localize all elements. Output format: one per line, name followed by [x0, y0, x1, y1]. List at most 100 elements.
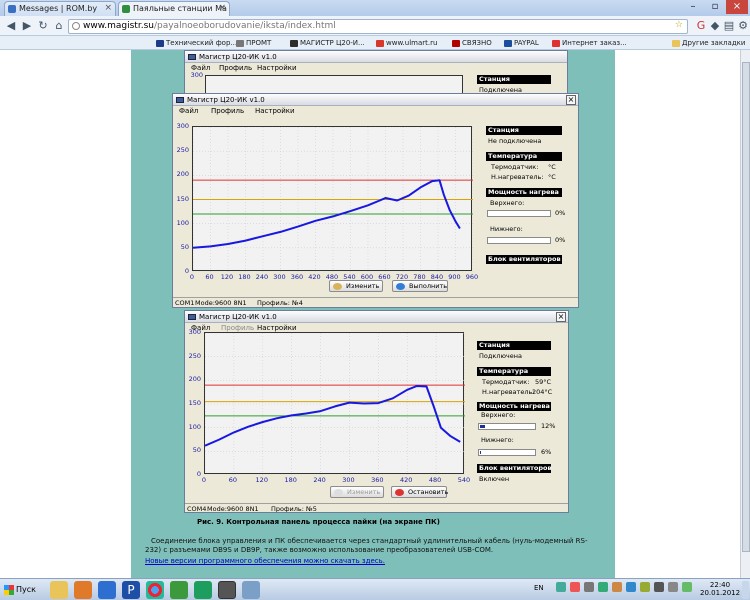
tab-magistr[interactable]: Паяльные станции Ма × — [118, 1, 230, 16]
google-icon[interactable]: G — [694, 19, 708, 33]
status-profile: Профиль: №5 — [271, 505, 317, 513]
wrench-icon[interactable]: ⚙ — [736, 19, 750, 33]
fan-header: Блок вентиляторов — [486, 255, 562, 264]
bookmark-item[interactable]: МАГИСТР Ц20-И... — [290, 37, 365, 49]
bookmark-item[interactable]: СВЯЗНО — [452, 37, 492, 49]
x-tick-label: 300 — [342, 476, 355, 484]
close-icon[interactable]: × — [104, 3, 112, 13]
chip-app-icon[interactable] — [218, 581, 236, 599]
heater-label: Н.нагреватель: — [482, 388, 535, 396]
menu-settings[interactable]: Настройки — [257, 63, 297, 74]
run-icon — [396, 283, 405, 290]
ie-icon[interactable] — [98, 581, 116, 599]
bookmark-item[interactable]: PAYPAL — [504, 37, 539, 49]
tray-icon[interactable] — [584, 582, 594, 592]
stop-button[interactable]: Остановить — [391, 486, 448, 498]
menu-profile[interactable]: Профиль — [211, 106, 244, 117]
thermocouple-value: 59°C — [535, 378, 552, 386]
close-icon[interactable]: × — [566, 95, 576, 105]
lower-heater-label: Нижнего: — [490, 225, 523, 233]
volume-icon[interactable] — [668, 582, 678, 592]
figure-caption: Рис. 9. Контрольная панель процесса пайк… — [197, 518, 440, 526]
temperature-header: Температура — [486, 152, 562, 161]
app-icon — [188, 54, 196, 60]
explorer-icon[interactable] — [50, 581, 68, 599]
heater-value: 204°C — [532, 388, 553, 396]
star-icon[interactable]: ☆ — [675, 20, 683, 30]
bookmark-item[interactable]: Технический фор... — [156, 37, 237, 49]
clock[interactable]: 22:40 20.01.2012 — [700, 581, 740, 597]
vertical-scrollbar[interactable] — [740, 50, 750, 578]
upper-power-value: 12% — [541, 422, 556, 430]
page-menu-icon[interactable]: ▤ — [722, 19, 736, 33]
start-button[interactable]: Пуск — [2, 581, 46, 598]
close-icon[interactable]: × — [556, 312, 566, 322]
media-player-icon[interactable] — [74, 581, 92, 599]
tray-icon[interactable] — [626, 582, 636, 592]
scrollbar-thumb[interactable] — [742, 62, 750, 552]
address-bar[interactable]: www.magistr.su/payalnoeoborudovanie/ikst… — [68, 19, 688, 34]
menu-bar: Файл Профиль Настройки — [185, 63, 567, 74]
y-tick-label: 300 — [176, 122, 189, 130]
tray-icon[interactable] — [570, 582, 580, 592]
thermocouple-value: °C — [548, 163, 556, 171]
app-icon — [188, 314, 196, 320]
bookmark-item[interactable]: www.ulmart.ru — [376, 37, 437, 49]
tray-icon[interactable] — [612, 582, 622, 592]
lower-power-value: 0% — [555, 236, 566, 244]
station-status: Не подключена — [488, 137, 542, 145]
y-tick-label: 300 — [188, 328, 201, 336]
upper-power-value: 0% — [555, 209, 566, 217]
forward-icon[interactable]: ▶ — [20, 19, 34, 33]
bookmark-item[interactable]: ПРОМТ — [236, 37, 271, 49]
run-button[interactable]: Выполнить — [392, 280, 448, 292]
close-window-icon[interactable]: × — [726, 0, 748, 14]
bookmark-item[interactable]: Интернет заказ... — [552, 37, 627, 49]
calculator-icon[interactable] — [242, 581, 260, 599]
y-tick-label: 150 — [176, 194, 189, 203]
station-header: Станция — [477, 341, 551, 350]
bookmark-icon — [504, 40, 512, 47]
app-window-main: Магистр Ц20-ИК v1.0 × Файл Профиль Настро… — [172, 93, 579, 308]
edit-button[interactable]: Изменить — [330, 486, 384, 498]
navigation-bar: ◀ ▶ ↻ ⌂ www.magistr.su/payalnoeoborudova… — [0, 16, 750, 36]
menu-settings[interactable]: Настройки — [255, 106, 295, 117]
bookmark-icon — [156, 40, 164, 47]
icq-icon[interactable] — [170, 581, 188, 599]
tray-icon[interactable] — [598, 582, 608, 592]
edit-button[interactable]: Изменить — [329, 280, 383, 292]
language-indicator[interactable]: EN — [534, 584, 544, 592]
home-icon[interactable]: ⌂ — [52, 19, 66, 33]
app-window-secondary: Магистр Ц20-ИК v1.0 × Файл Профиль Настро… — [184, 310, 569, 513]
paypal-icon[interactable]: P — [122, 581, 140, 599]
maximize-icon[interactable]: ▫ — [704, 0, 726, 14]
status-bar: COM4 Mode:9600 8N1 Профиль: №5 — [185, 503, 568, 513]
menu-profile[interactable]: Профиль — [219, 63, 252, 74]
y-tick-label: 100 — [188, 422, 201, 431]
tab-messages[interactable]: Messages | ROM.by × — [4, 1, 116, 16]
bookmark-icon — [452, 40, 460, 47]
minimize-icon[interactable]: – — [682, 0, 704, 14]
reload-icon[interactable]: ↻ — [36, 19, 50, 33]
close-icon[interactable]: × — [218, 3, 226, 13]
show-desktop-button[interactable] — [742, 581, 749, 599]
temperature-chart-svg — [193, 127, 473, 272]
download-link[interactable]: Новые версии программного обеспечения мо… — [145, 557, 385, 566]
back-icon[interactable]: ◀ — [4, 19, 18, 33]
fan-header: Блок вентиляторов — [477, 464, 552, 473]
tray-icon[interactable] — [556, 582, 566, 592]
tray-icon[interactable] — [682, 582, 692, 592]
temperature-header: Температура — [477, 367, 551, 376]
menu-file[interactable]: Файл — [179, 106, 198, 117]
tray-icon[interactable] — [640, 582, 650, 592]
extension-icon[interactable]: ◆ — [708, 19, 722, 33]
other-bookmarks[interactable]: Другие закладки — [672, 37, 745, 49]
network-icon[interactable] — [654, 582, 664, 592]
heater-value: °C — [548, 173, 556, 181]
page-icon — [72, 22, 80, 30]
x-tick-label: 420 — [400, 476, 413, 484]
y-tick-label: 100 — [176, 218, 189, 227]
content-column: Магистр Ц20-ИК v1.0 Файл Профиль Настрой… — [131, 50, 615, 578]
messenger-icon[interactable] — [194, 581, 212, 599]
chrome-icon[interactable] — [146, 581, 164, 599]
